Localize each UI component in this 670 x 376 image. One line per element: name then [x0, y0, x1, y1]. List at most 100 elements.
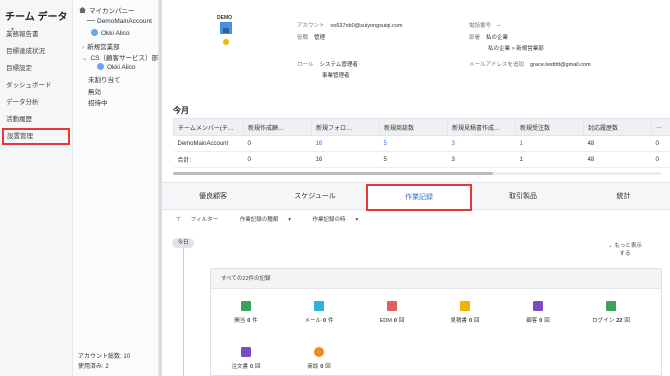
- cell-link[interactable]: 3: [447, 135, 516, 152]
- tree-node-okki-1[interactable]: Okki Alico: [91, 29, 130, 37]
- role2-info: ロール システム管理者: [297, 60, 358, 68]
- nav-item-analysis[interactable]: データ分析: [0, 94, 72, 111]
- record-unit: 回: [325, 364, 331, 370]
- chevron-down-icon: ▾: [355, 217, 359, 223]
- record-count: 0: [320, 364, 324, 370]
- cell-link[interactable]: 5: [379, 135, 448, 152]
- nav-item-dashboard[interactable]: ダッシュボード: [0, 77, 72, 94]
- nav-item-reports[interactable]: 業務報告書: [0, 26, 72, 43]
- record-count: 0: [393, 318, 397, 324]
- nav-title[interactable]: チーム データ▾: [0, 0, 72, 33]
- role2-label: ロール: [297, 62, 314, 68]
- record-item[interactable]: 商談 0 回: [286, 347, 352, 370]
- cell: 5: [379, 151, 448, 168]
- dept-value-1: 私の企業: [486, 35, 509, 41]
- nav-item-settings[interactable]: 設置管理: [2, 128, 70, 145]
- left-nav: チーム データ▾ 業務報告書 目標達成状況 目標設定 ダッシュボード データ分析…: [0, 0, 73, 376]
- email-value: grace.testtttl@gmail.com: [530, 62, 591, 68]
- nav-item-activity[interactable]: 活動履歴: [0, 111, 72, 128]
- tree-node-label: 新規営業部: [87, 44, 120, 51]
- record-label: 開当: [234, 318, 246, 324]
- record-item-label: 見積書 0 回: [432, 316, 498, 324]
- record-item[interactable]: ログイン 22 回: [578, 301, 644, 324]
- record-item-label: 商談 0 回: [286, 362, 352, 370]
- chevron-down-icon[interactable]: ⌄: [82, 55, 87, 62]
- record-item[interactable]: 開当 0 件: [213, 301, 279, 324]
- column-header[interactable]: …: [651, 118, 670, 136]
- record-type-dropdown[interactable]: 作業記録の種類 ▾: [240, 217, 301, 223]
- cell-link[interactable]: 1: [515, 135, 584, 152]
- chevron-down-icon: ⌄: [608, 243, 613, 249]
- column-header[interactable]: 新規見積書作成…: [447, 118, 516, 136]
- tree-node-okki-2[interactable]: Okki Alico: [97, 63, 136, 71]
- section-title: 今月: [173, 106, 189, 115]
- tree-root[interactable]: マイカンパニー: [79, 5, 135, 15]
- nav-item-goal-settings[interactable]: 目標設定: [0, 60, 72, 77]
- record-item-label: 注文書 0 回: [213, 362, 279, 370]
- record-time-dropdown[interactable]: 作業記録の時 ▾: [313, 217, 369, 223]
- show-more-link[interactable]: ⌄ もっと表示する: [608, 242, 642, 258]
- table-header-row: チームメンバー(チ… 新規作成顧… 新規フォロ… 新規商談数 新規見積書作成… …: [173, 118, 670, 136]
- company-logo: DEMO: [217, 15, 239, 55]
- table-row: 合計: 0 16 5 3 1 48 0: [173, 151, 670, 168]
- tab-work-records[interactable]: 作業記録: [366, 184, 472, 211]
- filter-icon: ⊤: [176, 217, 181, 223]
- column-header[interactable]: チームメンバー(チ…: [173, 118, 244, 136]
- role-info: 役職 管理: [297, 33, 325, 41]
- record-item-label: EDM 0 回: [359, 316, 425, 324]
- record-count: 0: [468, 318, 473, 324]
- record-label: 注文書: [231, 364, 248, 370]
- tab-top-customers[interactable]: 優良顧客: [162, 183, 264, 210]
- tree-node-invited[interactable]: 招待中: [88, 97, 108, 107]
- tab-statistics[interactable]: 統計: [574, 183, 670, 210]
- column-header[interactable]: 新規受注数: [515, 118, 584, 136]
- tree-node-label: CS（顧客サービス）部: [90, 55, 158, 62]
- records-header: すべての22件の記録: [211, 269, 661, 289]
- record-unit: 回: [398, 318, 405, 324]
- record-item[interactable]: 顧客 0 回: [505, 301, 571, 324]
- deal-icon: [314, 347, 324, 357]
- record-label: 顧客: [526, 318, 538, 324]
- horizontal-scrollbar[interactable]: [173, 172, 661, 175]
- filter-label: フィルター: [190, 217, 219, 223]
- cell: 0: [243, 151, 312, 168]
- record-item[interactable]: 見積書 0 回: [432, 301, 498, 324]
- record-item[interactable]: メール 0 件: [286, 301, 352, 324]
- nav-item-goal-status[interactable]: 目標達成状況: [0, 43, 72, 60]
- tab-products[interactable]: 取引製品: [472, 183, 574, 210]
- order-icon: [241, 347, 251, 357]
- tree-node-demo-account[interactable]: DemoMainAccount: [87, 18, 152, 25]
- cell: 16: [311, 151, 380, 168]
- tree-node-disabled[interactable]: 無効: [88, 86, 101, 96]
- filter-button[interactable]: ⊤ フィルター: [176, 217, 228, 223]
- cell-link[interactable]: 16: [311, 135, 380, 152]
- role2-value-1: システム管理者: [319, 62, 358, 68]
- record-unit: 回: [544, 318, 550, 324]
- tree-node-cs[interactable]: ⌄ CS（顧客サービス）部: [82, 52, 158, 62]
- column-header[interactable]: 封応履歴数: [583, 118, 652, 136]
- tree-node-unassigned[interactable]: 未割り当て: [88, 74, 121, 84]
- phone-label: 電話番号: [469, 23, 492, 29]
- column-header[interactable]: 新規商談数: [379, 118, 448, 136]
- quote-icon: [460, 301, 470, 311]
- record-count: 22: [616, 318, 623, 324]
- record-item[interactable]: EDM 0 回: [359, 301, 425, 324]
- tree-node-sales[interactable]: › 新規営業部: [82, 41, 120, 51]
- cell: 48: [583, 135, 652, 152]
- avatar-icon: [223, 39, 229, 45]
- dept-info-2: 私の企業 > 新規営業部: [488, 46, 544, 52]
- tab-schedule[interactable]: スケジュール: [264, 183, 366, 210]
- scrollbar-thumb[interactable]: [173, 172, 493, 175]
- records-card: すべての22件の記録 開当 0 件メール 0 件 EDM 0 回見積書 0 回顧客 0 回ログイン 22…: [210, 268, 662, 376]
- email-label[interactable]: メールアドレスを追加: [469, 62, 524, 68]
- chevron-right-icon[interactable]: ›: [82, 44, 84, 51]
- user-icon: [91, 29, 98, 36]
- cell: 0: [243, 135, 312, 152]
- column-header[interactable]: 新規作成顧…: [243, 118, 312, 136]
- record-label: 見積書: [450, 318, 467, 324]
- record-label: EDM: [379, 318, 392, 324]
- column-header[interactable]: 新規フォロ…: [311, 118, 380, 136]
- record-unit: 件: [252, 318, 258, 324]
- record-item[interactable]: 注文書 0 回: [213, 347, 279, 370]
- branch-line: [87, 20, 95, 21]
